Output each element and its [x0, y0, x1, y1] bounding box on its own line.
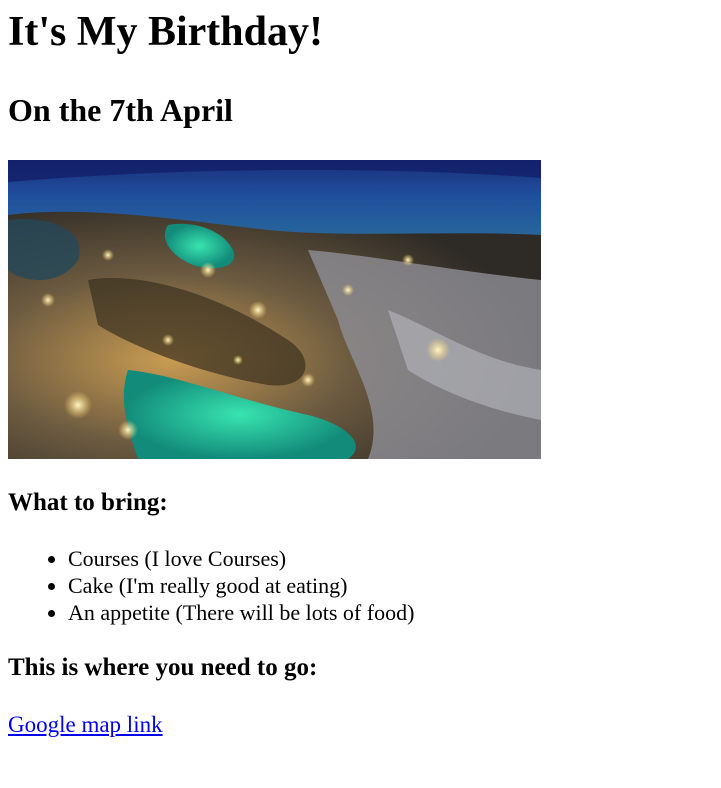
- google-map-link[interactable]: Google map link: [8, 712, 163, 737]
- where-heading: This is where you need to go:: [8, 654, 318, 681]
- date-heading: On the 7th April: [8, 92, 233, 128]
- page-body: It's My Birthday! On the 7th April What …: [0, 6, 721, 740]
- earth-night-image: [8, 160, 541, 459]
- map-link-paragraph: Google map link: [8, 710, 713, 740]
- bring-list: Courses (I love Courses) Cake (I'm reall…: [8, 545, 713, 626]
- list-item: Cake (I'm really good at eating): [68, 572, 713, 599]
- list-item: Courses (I love Courses): [68, 545, 713, 572]
- list-item: An appetite (There will be lots of food): [68, 599, 713, 626]
- page-title: It's My Birthday!: [8, 9, 323, 55]
- bring-heading: What to bring:: [8, 489, 168, 516]
